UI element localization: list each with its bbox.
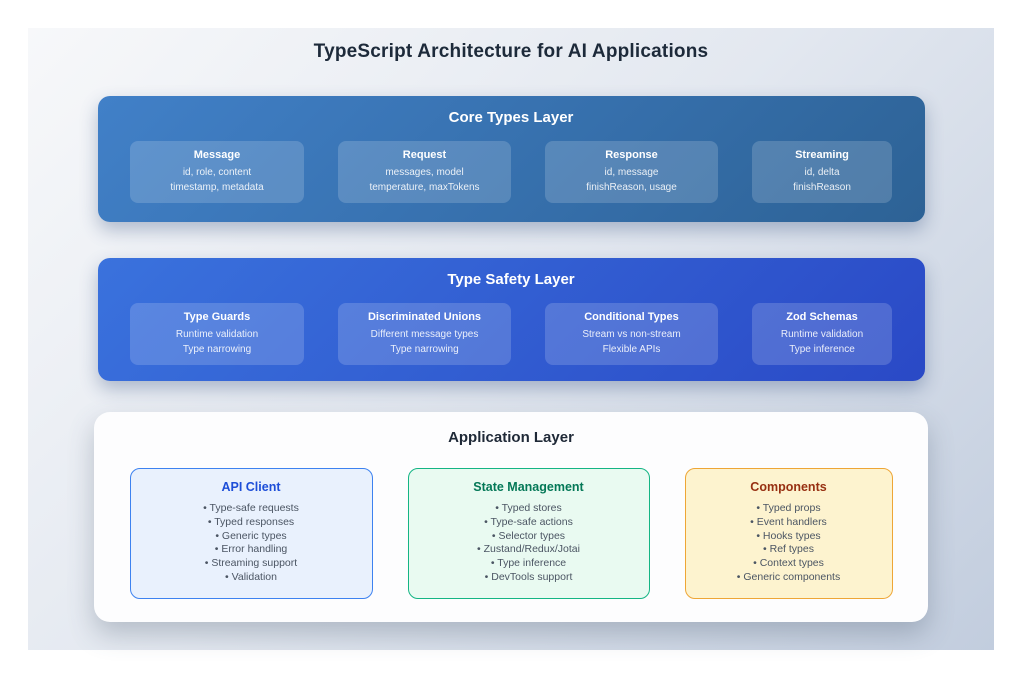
card-line: messages, model xyxy=(338,165,511,180)
card-title: Message xyxy=(130,149,304,161)
list-item: Streaming support xyxy=(131,557,372,571)
card-title: Discriminated Unions xyxy=(338,311,511,323)
list-item: Selector types xyxy=(409,530,649,544)
list-item: Type-safe actions xyxy=(409,516,649,530)
card-line: id, role, content xyxy=(130,165,304,180)
card-title: API Client xyxy=(131,480,372,494)
core-types-layer-panel: Core Types Layer Message id, role, conte… xyxy=(98,96,925,222)
type-safety-cards-row: Type Guards Runtime validation Type narr… xyxy=(98,303,925,365)
card-line: finishReason xyxy=(752,180,892,195)
list-item: Event handlers xyxy=(686,516,892,530)
card-line: timestamp, metadata xyxy=(130,180,304,195)
list-item: Typed responses xyxy=(131,516,372,530)
app-card-state-management: State Management Typed stores Type-safe … xyxy=(408,468,650,599)
list-item: Type-safe requests xyxy=(131,502,372,516)
list-item: Type inference xyxy=(409,557,649,571)
safety-card-conditional-types: Conditional Types Stream vs non-stream F… xyxy=(545,303,718,365)
safety-card-type-guards: Type Guards Runtime validation Type narr… xyxy=(130,303,304,365)
card-line: Flexible APIs xyxy=(545,342,718,357)
page-title: TypeScript Architecture for AI Applicati… xyxy=(28,28,994,67)
app-card-components: Components Typed props Event handlers Ho… xyxy=(685,468,893,599)
card-line: temperature, maxTokens xyxy=(338,180,511,195)
list-item: Validation xyxy=(131,571,372,585)
diagram-canvas: TypeScript Architecture for AI Applicati… xyxy=(28,28,994,650)
card-title: Type Guards xyxy=(130,311,304,323)
card-line: Type inference xyxy=(752,342,892,357)
card-title: State Management xyxy=(409,480,649,494)
card-line: Type narrowing xyxy=(338,342,511,357)
card-line: Different message types xyxy=(338,327,511,342)
core-card-request: Request messages, model temperature, max… xyxy=(338,141,511,203)
core-types-layer-title: Core Types Layer xyxy=(98,96,925,126)
card-line: Stream vs non-stream xyxy=(545,327,718,342)
card-item-list: Type-safe requests Typed responses Gener… xyxy=(131,502,372,585)
core-types-cards-row: Message id, role, content timestamp, met… xyxy=(98,141,925,203)
card-title: Zod Schemas xyxy=(752,311,892,323)
card-line: Runtime validation xyxy=(130,327,304,342)
list-item: Generic components xyxy=(686,571,892,585)
card-title: Response xyxy=(545,149,718,161)
core-card-streaming: Streaming id, delta finishReason xyxy=(752,141,892,203)
application-cards-row: API Client Type-safe requests Typed resp… xyxy=(94,468,928,599)
card-item-list: Typed stores Type-safe actions Selector … xyxy=(409,502,649,585)
card-line: Runtime validation xyxy=(752,327,892,342)
type-safety-layer-panel: Type Safety Layer Type Guards Runtime va… xyxy=(98,258,925,381)
card-item-list: Typed props Event handlers Hooks types R… xyxy=(686,502,892,585)
list-item: Zustand/Redux/Jotai xyxy=(409,543,649,557)
safety-card-discriminated-unions: Discriminated Unions Different message t… xyxy=(338,303,511,365)
card-title: Components xyxy=(686,480,892,494)
card-title: Request xyxy=(338,149,511,161)
core-card-response: Response id, message finishReason, usage xyxy=(545,141,718,203)
list-item: Typed props xyxy=(686,502,892,516)
list-item: Hooks types xyxy=(686,530,892,544)
list-item: Error handling xyxy=(131,543,372,557)
list-item: Typed stores xyxy=(409,502,649,516)
card-title: Conditional Types xyxy=(545,311,718,323)
card-line: finishReason, usage xyxy=(545,180,718,195)
card-line: id, delta xyxy=(752,165,892,180)
safety-card-zod-schemas: Zod Schemas Runtime validation Type infe… xyxy=(752,303,892,365)
list-item: Context types xyxy=(686,557,892,571)
list-item: Generic types xyxy=(131,530,372,544)
application-layer-panel: Application Layer API Client Type-safe r… xyxy=(94,412,928,622)
card-line: Type narrowing xyxy=(130,342,304,357)
card-title: Streaming xyxy=(752,149,892,161)
type-safety-layer-title: Type Safety Layer xyxy=(98,258,925,288)
core-card-message: Message id, role, content timestamp, met… xyxy=(130,141,304,203)
card-line: id, message xyxy=(545,165,718,180)
list-item: DevTools support xyxy=(409,571,649,585)
application-layer-title: Application Layer xyxy=(94,429,928,446)
app-card-api-client: API Client Type-safe requests Typed resp… xyxy=(130,468,373,599)
list-item: Ref types xyxy=(686,543,892,557)
